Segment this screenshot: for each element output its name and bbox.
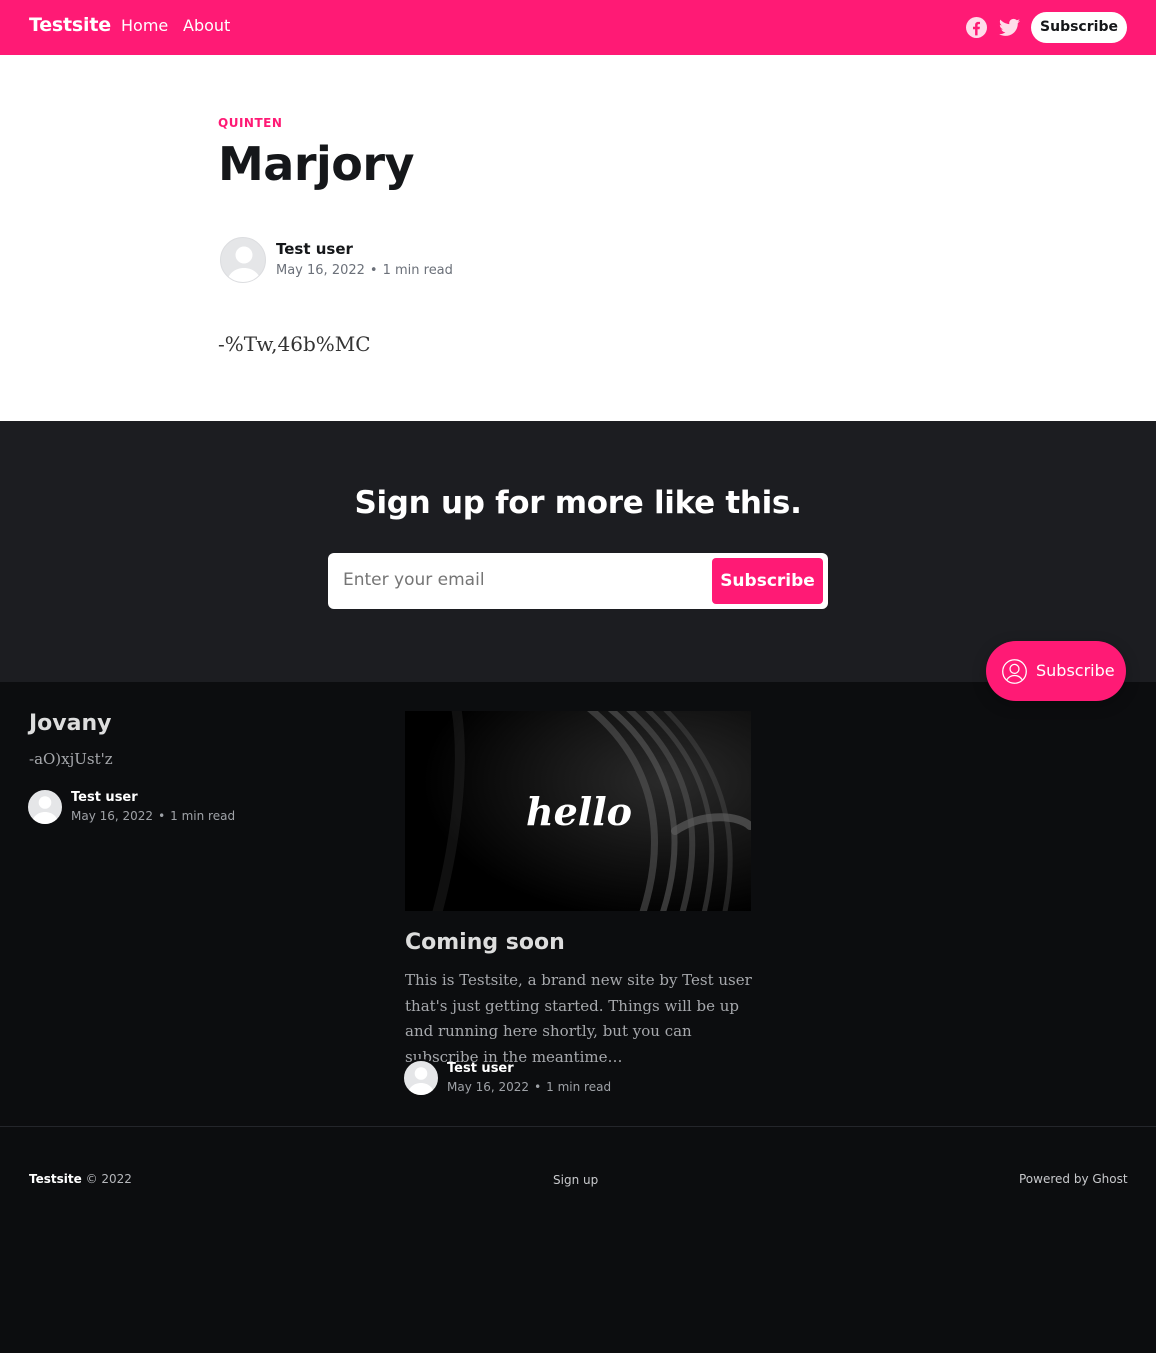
footer-signup-link[interactable]: Sign up (553, 1173, 598, 1187)
post-card-meta: May 16, 2022 • 1 min read (447, 1080, 611, 1094)
article-body: -%Tw,46b%MC (218, 332, 371, 356)
separator-dot: • (158, 809, 166, 823)
author-name[interactable]: Test user (447, 1061, 514, 1076)
article: QUINTEN Marjory Test user May 16, 2022 • 1… (0, 55, 1156, 421)
copyright-text: © 2022 (85, 1172, 132, 1186)
post-card-excerpt: This is Testsite, a brand new site by Te… (405, 971, 752, 1066)
avatar[interactable] (26, 788, 64, 826)
twitter-icon[interactable] (999, 18, 1020, 37)
post-card-title[interactable]: Jovany (29, 711, 112, 736)
email-field[interactable] (343, 570, 703, 590)
author-name[interactable]: Test user (71, 790, 138, 805)
user-circle-icon (1002, 659, 1027, 684)
post-card-meta: May 16, 2022 • 1 min read (71, 809, 235, 823)
nav-about[interactable]: About (183, 16, 230, 35)
article-meta: May 16, 2022 • 1 min read (276, 263, 453, 278)
separator-dot: • (369, 263, 378, 278)
footer-site-link[interactable]: Testsite (29, 1172, 82, 1186)
footer-copyright: Testsite © 2022 (29, 1172, 132, 1186)
reading-time: 1 min read (382, 263, 453, 278)
post-date: May 16, 2022 (447, 1080, 530, 1094)
cta-subscribe-button[interactable]: Subscribe (712, 558, 823, 604)
author-name[interactable]: Test user (276, 240, 353, 258)
cta-title: Sign up for more like this. (354, 485, 802, 521)
powered-by-link[interactable]: Powered by Ghost (1019, 1172, 1128, 1186)
footer-divider (0, 1126, 1156, 1127)
site-header: Testsite Home About Subscribe (0, 0, 1156, 55)
user-icon (32, 796, 58, 824)
portal-label: Subscribe (1036, 661, 1115, 680)
user-icon (227, 246, 261, 282)
post-date: May 16, 2022 (71, 809, 154, 823)
facebook-icon[interactable] (966, 17, 987, 38)
site-logo[interactable]: Testsite (29, 14, 111, 36)
nav-home[interactable]: Home (121, 16, 168, 35)
signup-cta: Sign up for more like this. Subscribe (0, 421, 1156, 682)
reading-time: 1 min read (546, 1080, 612, 1094)
post-card-excerpt: -aO)xjUst'z (29, 750, 113, 768)
separator-dot: • (534, 1080, 542, 1094)
image-caption: hello (526, 789, 632, 834)
reading-time: 1 min read (170, 809, 236, 823)
post-card-image[interactable]: hello (405, 711, 751, 911)
header-subscribe-button[interactable]: Subscribe (1031, 12, 1127, 43)
signup-form: Subscribe (328, 553, 828, 609)
user-icon (408, 1067, 434, 1095)
hello-image: hello (405, 711, 751, 911)
article-date: May 16, 2022 (276, 263, 365, 278)
post-card-title[interactable]: Coming soon (405, 930, 565, 955)
article-title: Marjory (218, 137, 415, 191)
avatar[interactable] (402, 1059, 440, 1097)
portal-subscribe-button[interactable]: Subscribe (986, 641, 1126, 701)
article-tag[interactable]: QUINTEN (218, 116, 282, 130)
avatar[interactable] (220, 237, 266, 283)
